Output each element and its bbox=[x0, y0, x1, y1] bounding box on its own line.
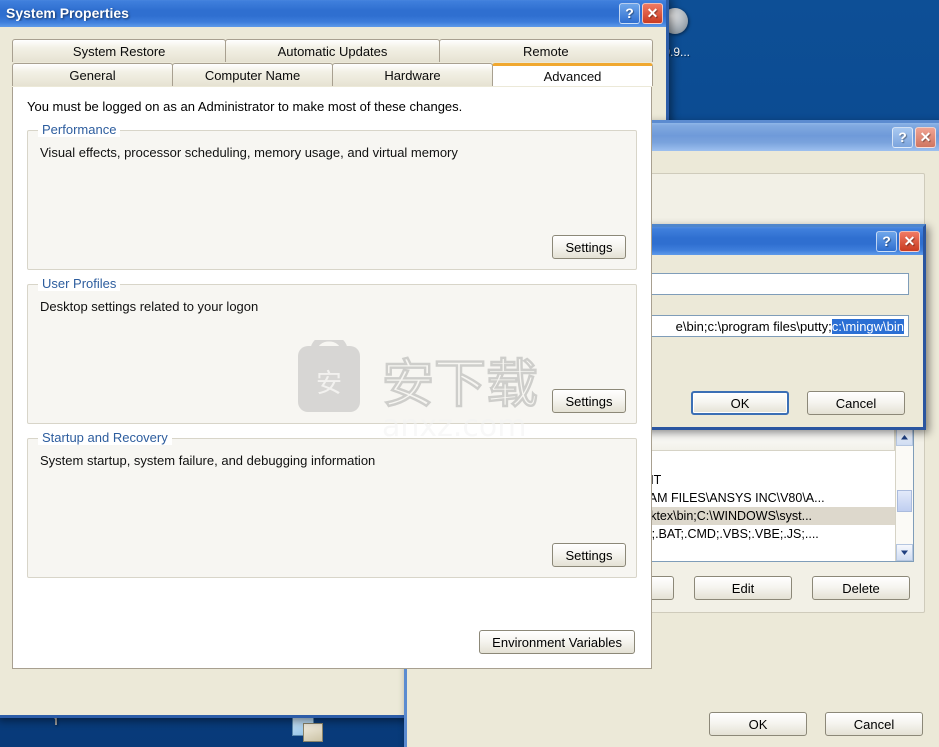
environment-variables-cancel-button[interactable]: Cancel bbox=[825, 712, 923, 736]
performance-description: Visual effects, processor scheduling, me… bbox=[40, 145, 458, 160]
tab-label: Automatic Updates bbox=[277, 43, 388, 59]
tab-automatic-updates[interactable]: Automatic Updates bbox=[225, 39, 440, 62]
tab-label: Remote bbox=[523, 43, 569, 59]
windows-explorer-icon bbox=[260, 716, 324, 747]
listview-vertical-scrollbar[interactable] bbox=[895, 429, 913, 561]
advanced-tab-panel: You must be logged on as an Administrato… bbox=[12, 87, 652, 669]
startup-recovery-group-title: Startup and Recovery bbox=[38, 430, 172, 445]
user-profiles-description: Desktop settings related to your logon bbox=[40, 299, 259, 314]
chevron-down-icon[interactable] bbox=[896, 544, 913, 561]
scrollbar-thumb[interactable] bbox=[897, 490, 912, 512]
environment-variables-footer: OK Cancel bbox=[421, 712, 925, 738]
tab-strip: System Restore Automatic Updates Remote … bbox=[12, 39, 653, 87]
desktop-icon-partial-label: .9.9... bbox=[660, 45, 691, 59]
system-properties-body: System Restore Automatic Updates Remote … bbox=[0, 27, 666, 715]
user-profiles-group-title: User Profiles bbox=[38, 276, 121, 291]
tab-label: System Restore bbox=[72, 43, 166, 59]
system-properties-window: System Properties ? ✕ System Restore Aut… bbox=[0, 0, 669, 718]
screen-root: .9.9... System Properties ? ✕ System Res… bbox=[0, 0, 939, 747]
tab-label: Hardware bbox=[384, 67, 441, 83]
tab-remote[interactable]: Remote bbox=[438, 39, 653, 62]
tab-system-restore[interactable]: System Restore bbox=[12, 39, 227, 62]
system-properties-titlebar[interactable]: System Properties ? ✕ bbox=[0, 0, 666, 27]
tab-computer-name[interactable]: Computer Name bbox=[172, 63, 333, 86]
performance-settings-button[interactable]: Settings bbox=[552, 235, 626, 259]
tab-hardware[interactable]: Hardware bbox=[332, 63, 493, 86]
tab-label: Computer Name bbox=[204, 67, 301, 83]
close-button[interactable]: ✕ bbox=[642, 2, 663, 24]
edit-variable-button[interactable]: Edit bbox=[694, 576, 792, 600]
close-button[interactable]: ✕ bbox=[899, 230, 920, 252]
tab-general[interactable]: General bbox=[12, 63, 173, 86]
environment-variables-ok-button[interactable]: OK bbox=[709, 712, 807, 736]
help-button[interactable]: ? bbox=[892, 126, 913, 148]
scrollbar-track[interactable] bbox=[896, 446, 913, 544]
environment-variables-button[interactable]: Environment Variables bbox=[479, 630, 635, 654]
user-profiles-settings-button[interactable]: Settings bbox=[552, 389, 626, 413]
desktop-icon-firefox[interactable] bbox=[132, 714, 196, 747]
help-button[interactable]: ? bbox=[876, 230, 897, 252]
tab-row-bottom: General Computer Name Hardware Advanced bbox=[12, 63, 653, 86]
edit-variable-cancel-button[interactable]: Cancel bbox=[807, 391, 905, 415]
tab-label: General bbox=[69, 67, 116, 83]
desktop-icon-explorer[interactable] bbox=[260, 716, 324, 747]
startup-recovery-group: Startup and Recovery System startup, sys… bbox=[27, 430, 637, 578]
performance-group-title: Performance bbox=[38, 122, 121, 137]
firefox-icon bbox=[132, 714, 196, 747]
startup-recovery-description: System startup, system failure, and debu… bbox=[40, 453, 376, 468]
startup-recovery-settings-button[interactable]: Settings bbox=[552, 543, 626, 567]
user-profiles-group: User Profiles Desktop settings related t… bbox=[27, 276, 637, 424]
delete-variable-button[interactable]: Delete bbox=[812, 576, 910, 600]
tab-label: Advanced bbox=[543, 68, 602, 84]
env-var-button-row: Environment Variables bbox=[29, 630, 635, 654]
chevron-up-icon[interactable] bbox=[896, 429, 913, 446]
help-button[interactable]: ? bbox=[619, 2, 640, 24]
variable-value-selection: c:\mingw\bin bbox=[831, 318, 904, 334]
administrator-note: You must be logged on as an Administrato… bbox=[27, 99, 463, 114]
close-button[interactable]: ✕ bbox=[915, 126, 936, 148]
tab-advanced[interactable]: Advanced bbox=[492, 63, 653, 86]
performance-group: Performance Visual effects, processor sc… bbox=[27, 122, 637, 270]
tab-row-top: System Restore Automatic Updates Remote bbox=[12, 39, 653, 62]
edit-variable-ok-button[interactable]: OK bbox=[691, 391, 789, 415]
system-properties-title: System Properties bbox=[6, 5, 129, 21]
variable-value-text: e\bin;c:\program files\putty; bbox=[675, 318, 832, 334]
